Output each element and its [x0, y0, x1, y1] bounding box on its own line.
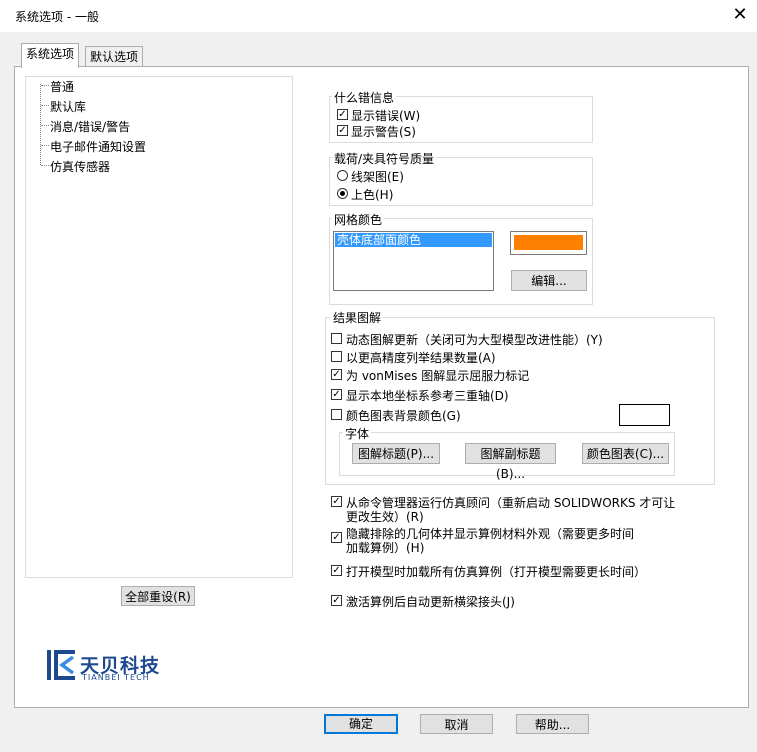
- reset-all-button[interactable]: 全部重设(R): [121, 586, 195, 606]
- close-icon[interactable]: ✕: [729, 4, 751, 26]
- tree-item-email[interactable]: 电子邮件通知设置: [50, 138, 146, 155]
- window-title: 系统选项 - 一般: [15, 10, 99, 24]
- load-all-studies-label: 打开模型时加载所有仿真算例（打开模型需要更长时间）: [346, 565, 647, 579]
- high-precision-label: 以更高精度列举结果数量(A): [346, 351, 496, 365]
- load-all-studies-checkbox[interactable]: ✓: [331, 565, 342, 576]
- tab-system-options[interactable]: 系统选项: [21, 43, 80, 68]
- tree-connector: [41, 145, 49, 146]
- tab-default-options[interactable]: 默认选项: [85, 46, 144, 67]
- results-group-title: 结果图解: [331, 309, 384, 326]
- tree-item-general[interactable]: 普通: [50, 78, 74, 95]
- hide-excluded-label-2: 加载算例）(H): [346, 541, 425, 555]
- vonmises-yield-checkbox[interactable]: ✓: [331, 369, 342, 380]
- color-chart-button[interactable]: 颜色图表(C)...: [582, 443, 669, 464]
- wireframe-radio[interactable]: [337, 170, 348, 181]
- shaded-radio[interactable]: [337, 188, 348, 199]
- ok-button[interactable]: 确定: [324, 714, 398, 734]
- dynamic-update-label: 动态图解更新（关闭可为大型模型改进性能）(Y): [346, 333, 603, 347]
- tianbei-logo-icon: [47, 650, 75, 680]
- tree-connector: [41, 125, 49, 126]
- show-warnings-checkbox[interactable]: ✓: [337, 125, 348, 136]
- show-errors-label: 显示错误(W): [351, 109, 421, 123]
- help-button[interactable]: 帮助...: [516, 714, 589, 734]
- title-bar: [0, 0, 757, 32]
- font-group-title: 字体: [343, 425, 372, 442]
- update-beam-joints-checkbox[interactable]: ✓: [331, 595, 342, 606]
- cancel-button[interactable]: 取消: [420, 714, 493, 734]
- errors-group-title: 什么错信息: [332, 89, 397, 106]
- local-triad-checkbox[interactable]: ✓: [331, 389, 342, 400]
- mesh-color-list-item[interactable]: 壳体底部面颜色: [335, 233, 492, 247]
- tree-item-default-library[interactable]: 默认库: [50, 98, 86, 115]
- mesh-color-title: 网格颜色: [332, 211, 385, 228]
- wireframe-label: 线架图(E): [351, 170, 404, 184]
- tree-connector: [41, 105, 49, 106]
- vonmises-yield-label: 为 vonMises 图解显示屈服力标记: [346, 369, 530, 383]
- shaded-label: 上色(H): [351, 188, 394, 202]
- show-warnings-label: 显示警告(S): [351, 125, 416, 139]
- load-group-title: 载荷/夹具符号质量: [332, 150, 437, 167]
- chart-bg-color-label: 颜色图表背景颜色(G): [346, 409, 461, 423]
- high-precision-checkbox[interactable]: [331, 351, 342, 362]
- tree-item-sensors[interactable]: 仿真传感器: [50, 158, 110, 175]
- dynamic-update-checkbox[interactable]: [331, 333, 342, 344]
- simulation-advisor-label-2: 更改生效）(R): [346, 510, 424, 524]
- chart-bg-color-checkbox[interactable]: [331, 409, 342, 420]
- local-triad-label: 显示本地坐标系参考三重轴(D): [346, 389, 509, 403]
- tree-connector: [41, 85, 49, 86]
- plot-subtitle-button[interactable]: 图解副标题(B)...: [465, 443, 556, 481]
- plot-title-button[interactable]: 图解标题(P)...: [352, 443, 440, 464]
- mesh-color-swatch: [514, 235, 583, 250]
- update-beam-joints-label: 激活算例后自动更新横梁接头(J): [346, 595, 515, 609]
- tree-connector: [41, 165, 49, 166]
- chart-bg-color-swatch[interactable]: [619, 404, 670, 426]
- tree-item-messages[interactable]: 消息/错误/警告: [50, 118, 130, 135]
- edit-color-button[interactable]: 编辑...: [511, 270, 587, 291]
- show-errors-checkbox[interactable]: ✓: [337, 109, 348, 120]
- logo-name-en: TIANBEI TECH: [82, 673, 150, 682]
- simulation-advisor-checkbox[interactable]: ✓: [331, 496, 342, 507]
- hide-excluded-checkbox[interactable]: ✓: [331, 532, 342, 543]
